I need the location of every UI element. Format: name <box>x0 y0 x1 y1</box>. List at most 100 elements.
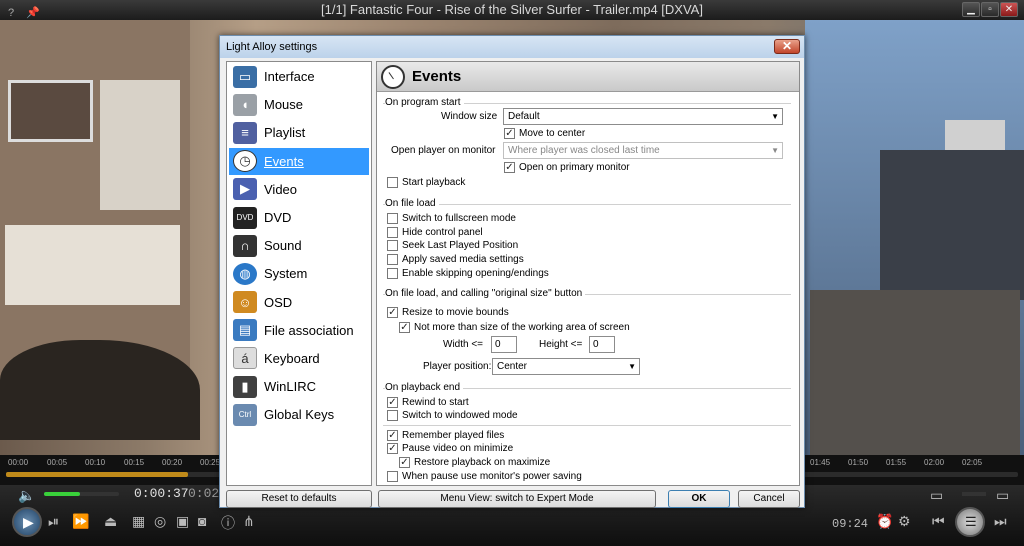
settings-dialog: Light Alloy settings ✕ ▭ Interface ◖ Mouse… <box>219 35 805 508</box>
size-slider[interactable] <box>962 492 986 496</box>
rewind-checkbox[interactable]: ✓ Rewind to start <box>387 397 469 408</box>
nav-label: File association <box>264 322 354 338</box>
portrait-icon[interactable]: ▣ <box>176 513 189 530</box>
checkbox-box <box>387 240 398 251</box>
nav-item-dvd[interactable]: DVD DVD <box>229 204 369 231</box>
nav-item-mouse[interactable]: ◖ Mouse <box>229 91 369 118</box>
checkbox-label: Apply saved media settings <box>402 254 524 265</box>
film-strip-icon[interactable]: ▦ <box>132 513 145 530</box>
camera-icon[interactable]: ◙ <box>198 513 206 529</box>
hide-panel-checkbox[interactable]: Hide control panel <box>387 227 483 238</box>
checkbox-label: When pause use monitor's power saving <box>402 471 582 482</box>
open-monitor-label: Open player on monitor <box>391 145 496 156</box>
height-input[interactable]: 0 <box>589 336 615 353</box>
info-icon[interactable]: ⓘ <box>221 513 235 533</box>
width-input[interactable]: 0 <box>491 336 517 353</box>
globe-icon: ◍ <box>233 262 257 285</box>
video-papers <box>5 225 180 305</box>
nav-item-playlist[interactable]: ≡ Playlist <box>229 119 369 146</box>
group-on-playback-end: On playback end <box>383 382 791 393</box>
move-to-center-checkbox[interactable]: ✓ Move to center <box>504 128 585 139</box>
windowed-checkbox[interactable]: Switch to windowed mode <box>387 410 518 421</box>
open-monitor-value: Where player was closed last time <box>508 145 660 156</box>
open-monitor-select[interactable]: Where player was closed last time ▼ <box>503 142 783 159</box>
group-legend: On program start <box>385 97 464 108</box>
reset-defaults-button[interactable]: Reset to defaults <box>226 490 372 508</box>
settings-panel: Events On program start Window size Defa… <box>376 61 800 486</box>
apply-saved-checkbox[interactable]: Apply saved media settings <box>387 254 524 265</box>
remote-icon: ▮ <box>233 375 257 398</box>
playlist-button[interactable]: ☰ <box>955 507 985 537</box>
position-select[interactable]: Center ▼ <box>492 358 640 375</box>
alarm-icon[interactable]: ⏰ <box>876 513 893 530</box>
network-icon[interactable]: ⋔ <box>243 513 255 530</box>
remember-files-checkbox[interactable]: ✓ Remember played files <box>387 430 504 441</box>
volume-slider[interactable] <box>44 492 119 496</box>
fast-forward-icon[interactable]: ⏩ <box>72 513 89 530</box>
play-button[interactable]: ▶ <box>12 507 42 537</box>
minimize-icon[interactable]: ▁ <box>962 2 980 17</box>
pause-minimize-checkbox[interactable]: ✓ Pause video on minimize <box>387 443 513 454</box>
window-size-select[interactable]: Default ▼ <box>503 108 783 125</box>
nav-item-keyboard[interactable]: á Keyboard <box>229 345 369 372</box>
nav-item-events[interactable]: ◷ Events <box>229 147 369 175</box>
previous-icon[interactable]: ⏮ <box>932 513 945 530</box>
checkbox-box <box>387 227 398 238</box>
nav-item-video[interactable]: ▶ Video <box>229 176 369 203</box>
disc-icon[interactable]: ◎ <box>154 513 166 530</box>
open-primary-checkbox[interactable]: ✓ Open on primary monitor <box>504 162 630 173</box>
timeline-tick: 01:50 <box>848 458 869 467</box>
checkbox-label: Open on primary monitor <box>519 162 630 173</box>
nav-item-osd[interactable]: ☺ OSD <box>229 289 369 316</box>
volume-icon[interactable]: 🔈 <box>18 487 35 504</box>
skip-opening-checkbox[interactable]: Enable skipping opening/endings <box>387 268 549 279</box>
video-foreground-shape <box>0 340 200 440</box>
fullscreen-checkbox[interactable]: Switch to fullscreen mode <box>387 213 516 224</box>
panel-header: Events <box>377 62 799 92</box>
checkbox-box <box>387 410 398 421</box>
dropdown-arrow-icon: ▼ <box>771 112 779 121</box>
time-elapsed: 0:00:37 <box>134 486 189 501</box>
pause-icon[interactable]: ⏯ <box>48 513 59 530</box>
dialog-close-button[interactable]: ✕ <box>774 39 800 54</box>
group-legend: On file load <box>385 198 439 209</box>
close-icon[interactable]: ✕ <box>1000 2 1018 17</box>
ok-button[interactable]: OK <box>668 490 730 508</box>
nav-item-sound[interactable]: ∩ Sound <box>229 232 369 259</box>
checkbox-label: Start playback <box>402 177 466 188</box>
checkbox-check: ✓ <box>504 162 515 173</box>
dialog-title-bar: Light Alloy settings ✕ <box>220 36 804 58</box>
dialog-title: Light Alloy settings <box>226 41 318 53</box>
clock-icon: ◷ <box>233 150 257 173</box>
nav-label: Sound <box>264 238 302 254</box>
screen-icon[interactable]: ▭ <box>930 487 943 504</box>
nav-item-file-association[interactable]: ▤ File association <box>229 317 369 344</box>
screen-small-icon[interactable]: ▭ <box>996 487 1009 504</box>
seek-last-checkbox[interactable]: Seek Last Played Position <box>387 240 518 251</box>
monitor-icon: ▭ <box>233 65 257 88</box>
group-legend: On file load, and calling "original size… <box>385 288 586 299</box>
start-playback-checkbox[interactable]: Start playback <box>387 177 465 188</box>
nav-item-system[interactable]: ◍ System <box>229 260 369 287</box>
cancel-button[interactable]: Cancel <box>738 490 800 508</box>
resize-bounds-checkbox[interactable]: ✓ Resize to movie bounds <box>387 307 509 318</box>
gear-icon[interactable]: ⚙ <box>898 513 911 530</box>
timeline-tick: 00:00 <box>8 458 29 467</box>
next-icon[interactable]: ⏭ <box>994 513 1007 530</box>
not-more-checkbox[interactable]: ✓ Not more than size of the working area … <box>399 322 630 333</box>
nav-item-interface[interactable]: ▭ Interface <box>229 63 369 90</box>
window-size-value: Default <box>508 111 540 122</box>
maximize-icon[interactable]: ▫ <box>981 2 999 17</box>
nav-item-global-keys[interactable]: Ctrl Global Keys <box>229 401 369 428</box>
playlist-icon: ≡ <box>233 121 257 144</box>
position-label: Player position: <box>423 361 492 372</box>
nav-label: System <box>264 266 308 282</box>
nav-label: Events <box>264 153 304 169</box>
eject-icon[interactable]: ⏏ <box>104 513 117 530</box>
power-saving-checkbox[interactable]: When pause use monitor's power saving <box>387 471 582 482</box>
dropdown-arrow-icon: ▼ <box>771 146 779 155</box>
menu-view-button[interactable]: Menu View: switch to Expert Mode <box>378 490 656 508</box>
nav-item-winlirc[interactable]: ▮ WinLIRC <box>229 373 369 400</box>
nav-label: Keyboard <box>264 350 320 366</box>
restore-maximize-checkbox[interactable]: ✓ Restore playback on maximize <box>399 457 550 468</box>
